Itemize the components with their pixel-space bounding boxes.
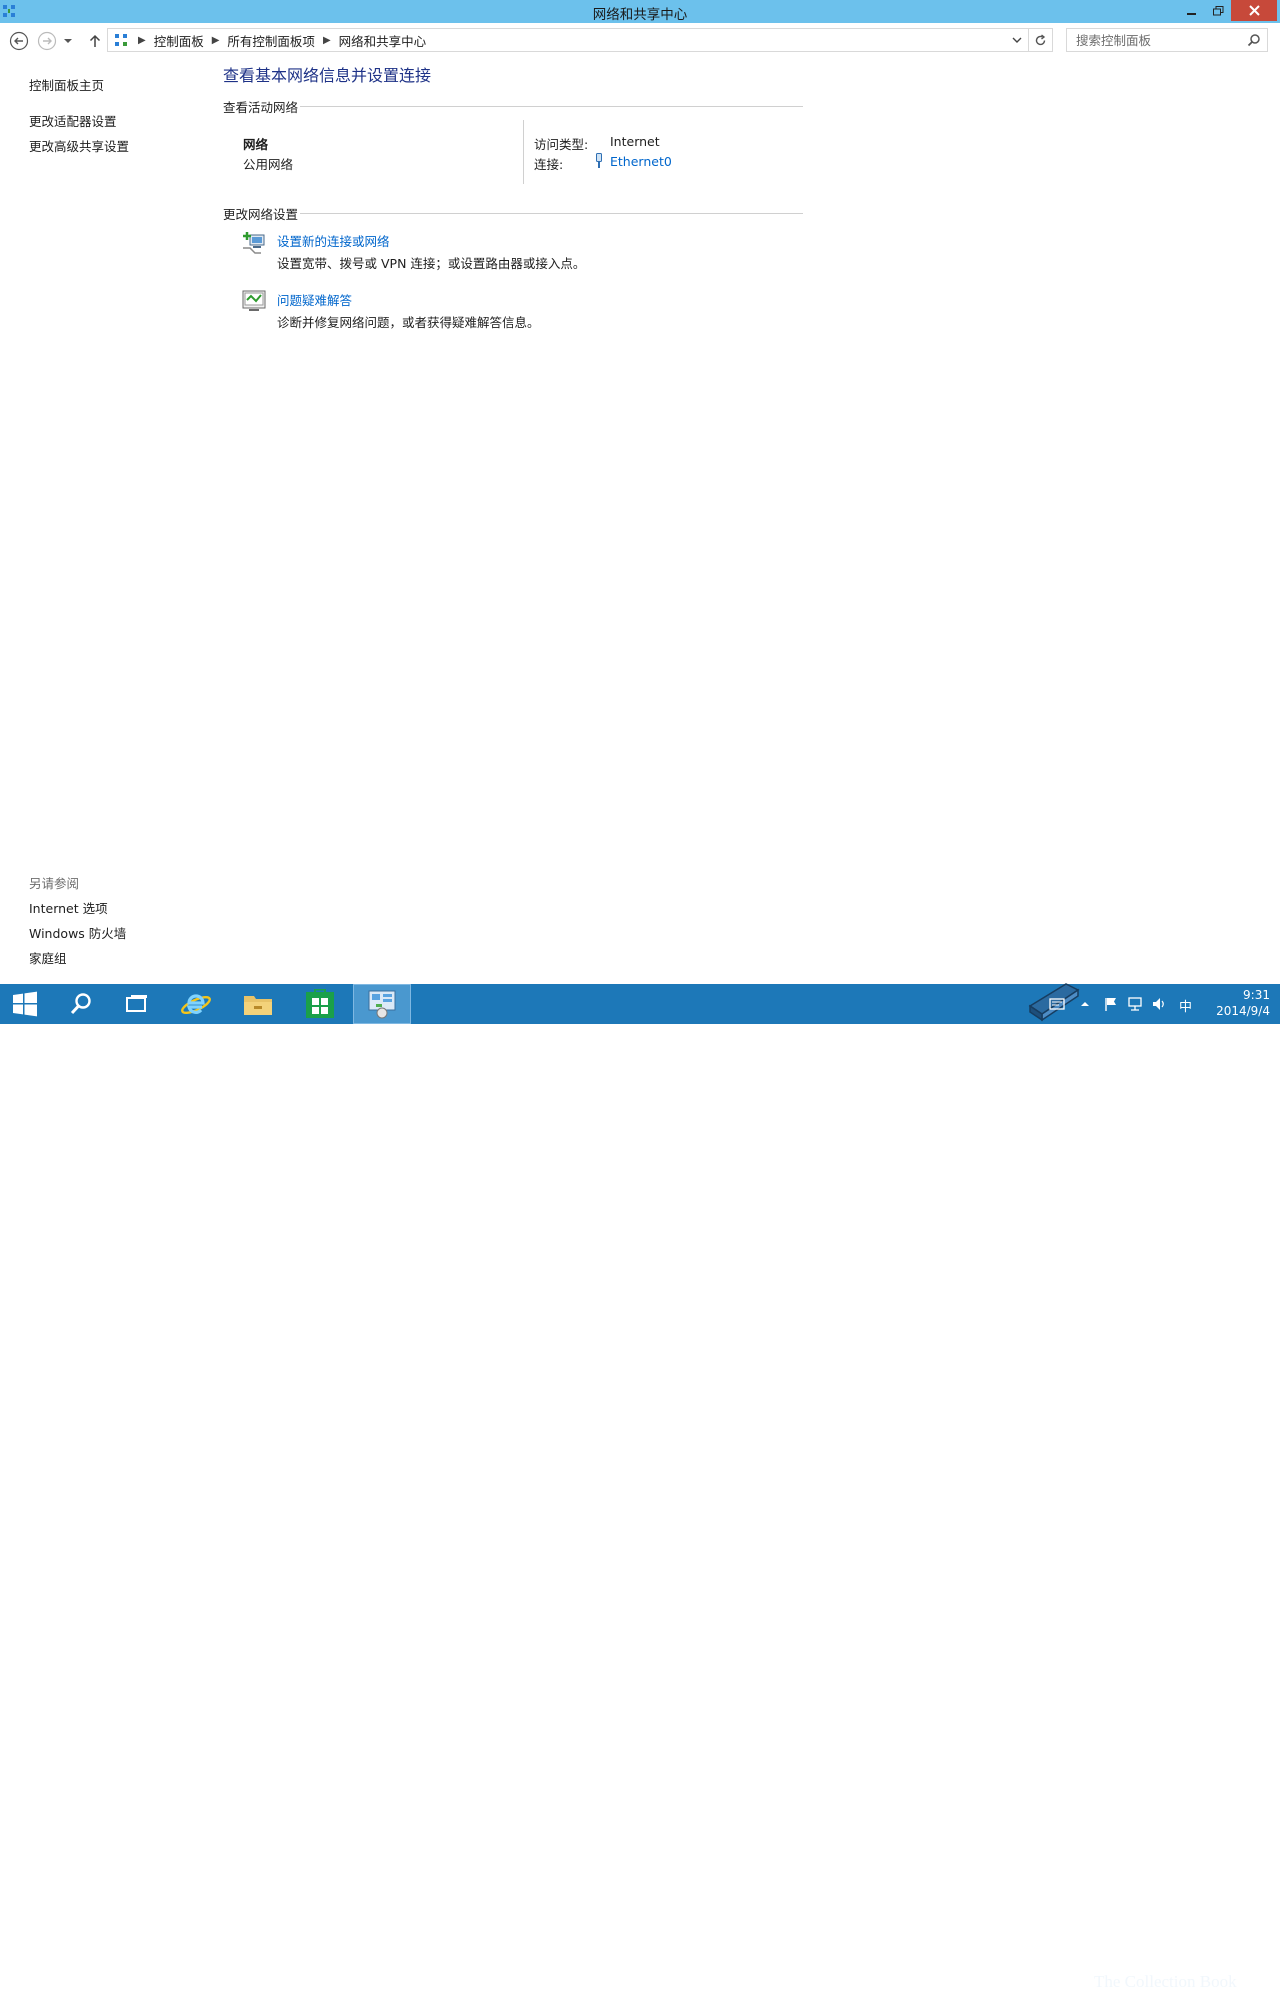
- control-panel-taskbar-button[interactable]: [353, 984, 411, 1024]
- task-view-icon: [126, 995, 147, 1012]
- page-title: 查看基本网络信息并设置连接: [223, 66, 432, 85]
- section-divider: [300, 106, 803, 107]
- internet-explorer-button[interactable]: [167, 984, 225, 1024]
- up-button[interactable]: [84, 30, 106, 52]
- new-connection-icon: [243, 232, 265, 254]
- back-button[interactable]: [8, 30, 30, 52]
- connection-label: 连接:: [534, 157, 564, 172]
- forward-button[interactable]: [36, 30, 58, 52]
- change-settings-heading: 更改网络设置: [223, 207, 299, 222]
- network-name: 网络: [243, 137, 269, 152]
- chevron-down-icon: [64, 39, 72, 43]
- search-icon: [70, 993, 91, 1015]
- clock-date: 2014/9/4: [1216, 1004, 1270, 1018]
- breadcrumb-all-items[interactable]: 所有控制面板项: [227, 31, 315, 50]
- setup-new-connection-desc: 设置宽带、拨号或 VPN 连接；或设置路由器或接入点。: [277, 256, 586, 271]
- change-advanced-sharing-link[interactable]: 更改高级共享设置: [29, 136, 129, 155]
- access-type-label: 访问类型:: [534, 137, 589, 152]
- minimize-icon: [1186, 12, 1196, 15]
- change-adapter-settings-link[interactable]: 更改适配器设置: [29, 111, 117, 130]
- refresh-icon: [1035, 33, 1046, 45]
- search-taskbar-button[interactable]: [52, 984, 110, 1024]
- store-button[interactable]: [291, 984, 349, 1024]
- show-hidden-icons-icon[interactable]: [1077, 996, 1093, 1012]
- breadcrumb-control-panel[interactable]: 控制面板: [154, 31, 204, 50]
- search-icon[interactable]: [1247, 33, 1261, 47]
- taskbar: The Collection Book 中 9:31 2014/9/4: [0, 983, 1280, 1991]
- breadcrumb: ▶ 控制面板 ▶ 所有控制面板项 ▶ 网络和共享中心: [112, 29, 432, 51]
- back-arrow-icon: [9, 31, 29, 51]
- internet-explorer-icon: [181, 994, 211, 1014]
- close-button[interactable]: [1231, 0, 1277, 21]
- troubleshoot-icon: [242, 290, 266, 311]
- breadcrumb-separator-icon[interactable]: ▶: [138, 35, 146, 46]
- see-also-heading: 另请参阅: [29, 876, 80, 891]
- ime-indicator[interactable]: 中: [1179, 996, 1192, 1015]
- network-tray-icon[interactable]: [1127, 996, 1143, 1012]
- setup-new-connection-link[interactable]: 设置新的连接或网络: [277, 231, 390, 250]
- troubleshoot-desc: 诊断并修复网络问题，或者获得疑难解答信息。: [277, 315, 540, 330]
- search-input[interactable]: [1067, 29, 1243, 51]
- up-arrow-icon: [89, 34, 101, 47]
- ethernet-icon: [596, 153, 602, 168]
- troubleshoot-link[interactable]: 问题疑难解答: [277, 290, 352, 309]
- access-type-value: Internet: [610, 134, 660, 149]
- start-button[interactable]: [0, 984, 50, 1024]
- refresh-button[interactable]: [1029, 28, 1053, 52]
- recent-locations-button[interactable]: [61, 30, 75, 52]
- watermark-text: The Collection Book: [1094, 1972, 1237, 1991]
- flag-icon[interactable]: [1103, 996, 1119, 1012]
- restore-button[interactable]: [1205, 0, 1231, 21]
- breadcrumb-network-center[interactable]: 网络和共享中心: [339, 31, 427, 50]
- search-box[interactable]: [1066, 28, 1268, 52]
- control-panel-icon: [368, 990, 396, 1019]
- action-center-message-icon[interactable]: [1049, 996, 1065, 1012]
- breadcrumb-separator-icon[interactable]: ▶: [212, 35, 220, 46]
- clock-time: 9:31: [1243, 988, 1270, 1002]
- section-divider: [300, 213, 803, 214]
- windows-logo-icon: [13, 991, 37, 1017]
- ethernet0-link[interactable]: Ethernet0: [610, 154, 672, 169]
- network-type: 公用网络: [243, 157, 294, 172]
- file-explorer-button[interactable]: [229, 984, 287, 1024]
- breadcrumb-separator-icon[interactable]: ▶: [323, 35, 331, 46]
- address-bar[interactable]: ▶ 控制面板 ▶ 所有控制面板项 ▶ 网络和共享中心: [107, 28, 1029, 52]
- control-panel-home-link[interactable]: 控制面板主页: [29, 75, 104, 94]
- address-dropdown-icon[interactable]: [1010, 33, 1024, 47]
- navigation-bar: ▶ 控制面板 ▶ 所有控制面板项 ▶ 网络和共享中心: [0, 23, 1280, 57]
- folder-icon: [244, 996, 272, 1015]
- close-icon: [1248, 5, 1260, 16]
- network-divider: [523, 120, 524, 184]
- forward-arrow-icon: [37, 31, 57, 51]
- minimize-button[interactable]: [1178, 0, 1205, 21]
- active-networks-heading: 查看活动网络: [223, 100, 299, 115]
- restore-icon: [1212, 5, 1223, 15]
- task-view-button[interactable]: [108, 984, 166, 1024]
- volume-icon[interactable]: [1151, 996, 1167, 1012]
- window-title: 网络和共享中心: [592, 7, 688, 23]
- homegroup-link[interactable]: 家庭组: [29, 948, 67, 967]
- title-bar: 网络和共享中心: [0, 0, 1280, 23]
- store-icon: [306, 989, 334, 1018]
- clock[interactable]: 9:31 2014/9/4: [1200, 987, 1270, 1019]
- windows-firewall-link[interactable]: Windows 防火墙: [29, 923, 126, 942]
- internet-options-link[interactable]: Internet 选项: [29, 898, 108, 917]
- control-panel-icon: [115, 34, 127, 46]
